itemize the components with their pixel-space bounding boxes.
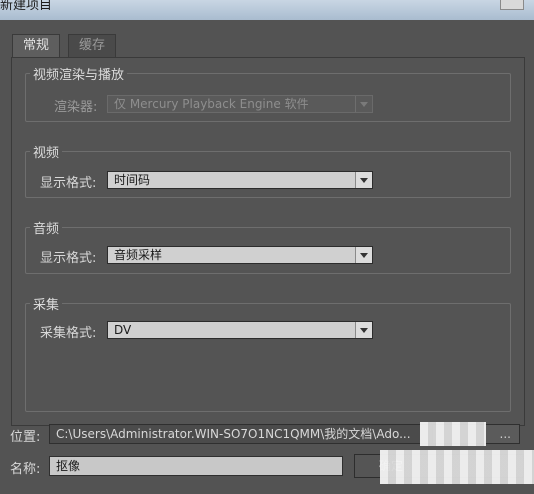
chevron-down-icon	[355, 96, 372, 112]
group-video-legend: 视频	[33, 146, 60, 161]
chevron-down-icon[interactable]	[355, 172, 372, 188]
chevron-down-icon[interactable]	[355, 247, 372, 263]
renderer-label: 渲染器:	[54, 100, 98, 115]
name-label: 名称:	[10, 462, 41, 477]
video-display-format-select[interactable]: 时间码	[107, 171, 373, 189]
tab-cache[interactable]: 缓存	[68, 34, 117, 57]
project-name-input[interactable]: 抠像	[49, 456, 343, 476]
group-capture-legend: 采集	[33, 298, 60, 313]
video-display-format-value: 时间码	[114, 173, 151, 187]
audio-display-format-value: 音频采样	[114, 248, 163, 262]
group-video-render-legend: 视频渲染与播放	[33, 68, 125, 83]
window-titlebar: 新建项目	[0, 0, 534, 20]
close-button[interactable]	[500, 0, 524, 10]
video-display-format-label: 显示格式:	[40, 176, 97, 191]
dialog-body: 常规 缓存 视频渲染与播放 渲染器: 仅 Mercury Playback En…	[0, 20, 534, 494]
group-video-render: 视频渲染与播放	[25, 64, 511, 122]
window-title: 新建项目	[0, 0, 53, 13]
blur-mosaic	[420, 422, 486, 446]
renderer-value: 仅 Mercury Playback Engine 软件	[114, 97, 309, 111]
group-capture: 采集	[25, 294, 511, 412]
group-audio-legend: 音频	[33, 222, 60, 237]
general-panel: 视频渲染与播放 渲染器: 仅 Mercury Playback Engine 软…	[11, 57, 525, 426]
tab-general[interactable]: 常规	[12, 34, 61, 57]
audio-display-format-label: 显示格式:	[40, 251, 97, 266]
location-path-field[interactable]: C:\Users\Administrator.WIN-SO7O1NC1QMM\我…	[49, 424, 437, 444]
blur-mosaic	[380, 450, 534, 484]
group-video: 视频	[25, 142, 511, 198]
capture-format-select[interactable]: DV	[107, 321, 373, 339]
capture-format-label: 采集格式:	[40, 326, 97, 341]
audio-display-format-select[interactable]: 音频采样	[107, 246, 373, 264]
capture-format-value: DV	[114, 323, 132, 337]
chevron-down-icon[interactable]	[355, 322, 372, 338]
renderer-select: 仅 Mercury Playback Engine 软件	[107, 95, 373, 113]
location-label: 位置:	[10, 430, 41, 445]
